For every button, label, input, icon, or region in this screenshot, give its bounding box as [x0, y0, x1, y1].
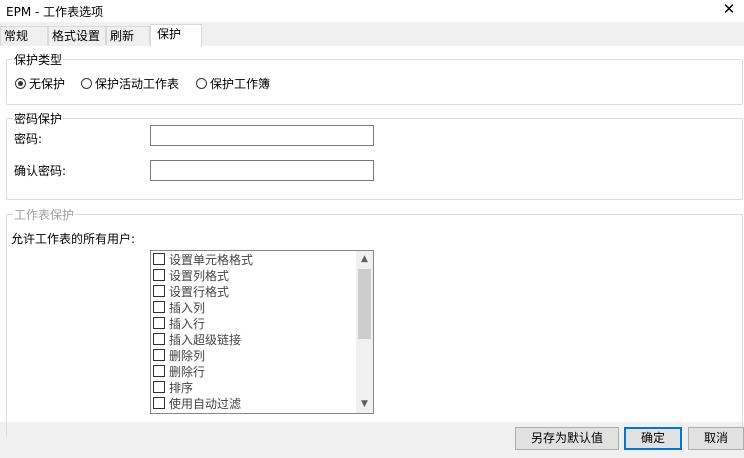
checkbox-icon — [153, 317, 165, 329]
radio-unchecked-icon — [196, 77, 207, 89]
checkbox-icon — [153, 269, 165, 281]
close-icon[interactable]: ✕ — [714, 0, 744, 20]
password-field[interactable] — [150, 125, 374, 146]
scroll-up-icon[interactable]: ▲ — [356, 251, 373, 268]
title-bar: EPM - 工作表选项 ✕ — [0, 0, 744, 22]
vertical-scrollbar[interactable]: ▲ ▼ — [356, 251, 373, 413]
checkbox-icon — [153, 397, 165, 409]
ok-button[interactable]: 确定 — [624, 427, 682, 450]
checkbox-icon — [153, 253, 165, 265]
tab-refresh[interactable]: 刷新 — [106, 26, 150, 45]
radio-label: 无保护 — [29, 76, 66, 91]
permissions-list[interactable]: 设置单元格格式 设置列格式 设置行格式 插入列 插入行 插入超级链接 删除列 删… — [150, 250, 374, 414]
window-title: EPM - 工作表选项 — [6, 5, 104, 19]
scroll-down-icon[interactable]: ▼ — [356, 396, 373, 413]
radio-checked-icon — [15, 77, 26, 89]
radio-unchecked-icon — [81, 77, 92, 89]
radio-protect-active-sheet[interactable]: 保护活动工作表 — [81, 75, 179, 91]
tab-general[interactable]: 常规 — [0, 26, 48, 45]
allow-users-label: 允许工作表的所有用户: — [11, 232, 136, 246]
confirm-password-label: 确认密码: — [14, 164, 67, 178]
sheet-protection-legend: 工作表保护 — [14, 208, 75, 222]
protection-type-legend: 保护类型 — [14, 53, 63, 67]
password-protection-legend: 密码保护 — [14, 112, 63, 126]
radio-label: 保护活动工作表 — [95, 76, 180, 91]
list-item[interactable]: 插入行 — [153, 315, 205, 331]
checkbox-icon — [153, 365, 165, 377]
radio-no-protection[interactable]: 无保护 — [15, 75, 65, 91]
cancel-button[interactable]: 取消 — [688, 427, 744, 450]
checkbox-icon — [153, 381, 165, 393]
radio-protect-workbook[interactable]: 保护工作簿 — [196, 75, 270, 91]
list-item[interactable]: 删除行 — [153, 363, 205, 379]
list-item[interactable]: 使用自动过滤 — [153, 395, 241, 411]
radio-label: 保护工作簿 — [210, 76, 271, 91]
list-item[interactable]: 排序 — [153, 379, 193, 395]
checkbox-icon — [153, 285, 165, 297]
save-as-default-button[interactable]: 另存为默认值 — [515, 427, 619, 450]
password-protection-group: 密码保护 — [6, 110, 743, 200]
list-item[interactable]: 删除列 — [153, 347, 205, 363]
tab-strip: 常规 格式设置 刷新 保护 — [0, 24, 744, 47]
list-item[interactable]: 设置列格式 — [153, 267, 229, 283]
tab-formatting[interactable]: 格式设置 — [48, 26, 106, 45]
checkbox-icon — [153, 301, 165, 313]
checkbox-icon — [153, 349, 165, 361]
confirm-password-field[interactable] — [150, 160, 374, 181]
password-label: 密码: — [14, 132, 43, 146]
scrollbar-thumb[interactable] — [358, 269, 371, 339]
list-item[interactable]: 设置单元格格式 — [153, 251, 253, 267]
tab-protection[interactable]: 保护 — [150, 24, 202, 47]
list-item[interactable]: 设置行格式 — [153, 283, 229, 299]
list-item[interactable]: 插入列 — [153, 299, 205, 315]
checkbox-icon — [153, 333, 165, 345]
list-item[interactable]: 插入超级链接 — [153, 331, 241, 347]
